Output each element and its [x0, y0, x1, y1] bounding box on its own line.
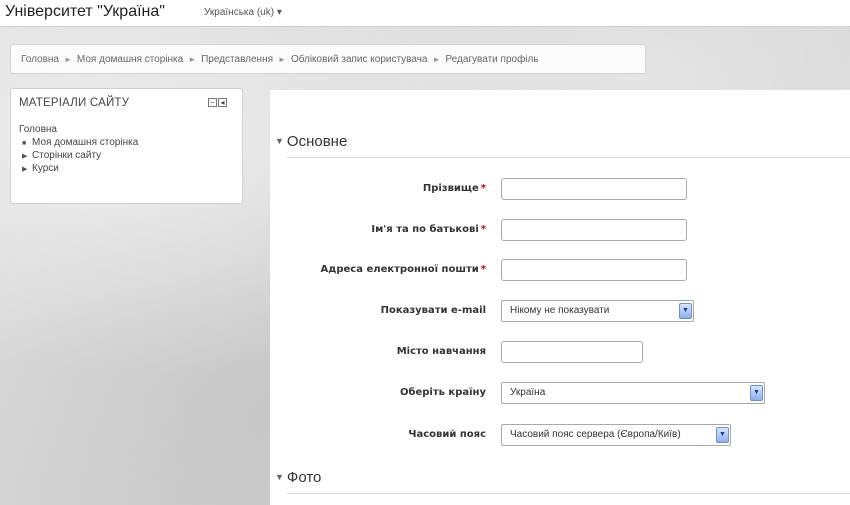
- nav-item-dashboard[interactable]: ■ Моя домашня сторінка: [19, 136, 138, 149]
- city-label: Місто навчання: [396, 346, 486, 357]
- timezone-label: Часовий пояс: [408, 429, 486, 440]
- language-menu[interactable]: Українська (uk) ▾: [204, 7, 282, 18]
- city-input[interactable]: [501, 341, 643, 363]
- required-icon: *: [480, 183, 486, 194]
- show-email-select[interactable]: Нікому не показувати ▼: [501, 300, 694, 322]
- breadcrumb-separator-icon: ►: [432, 55, 441, 64]
- section-general-header[interactable]: ▼ Основне: [275, 133, 347, 150]
- surname-label: Прізвище *: [422, 183, 486, 194]
- email-label: Адреса електронної пошти *: [320, 264, 486, 275]
- country-selected: Україна: [510, 387, 546, 398]
- breadcrumb-separator-icon: ►: [188, 55, 197, 64]
- breadcrumb-separator-icon: ►: [278, 55, 286, 64]
- nav-item-site-pages[interactable]: ▶ Сторінки сайту: [19, 149, 138, 162]
- country-select[interactable]: Україна ▼: [501, 382, 765, 404]
- chevron-down-icon[interactable]: ▼: [716, 427, 729, 443]
- nav-item-home[interactable]: Головна: [19, 123, 138, 136]
- top-navbar: Університет "Україна" Українська (uk) ▾: [0, 0, 850, 27]
- email-input[interactable]: [501, 259, 687, 281]
- breadcrumb-home[interactable]: Головна: [21, 54, 59, 65]
- breadcrumb-preferences[interactable]: Представлення: [201, 54, 273, 65]
- block-title: МАТЕРІАЛИ САЙТУ: [19, 97, 130, 109]
- breadcrumb-dashboard[interactable]: Моя домашня сторінка: [77, 54, 183, 65]
- block-controls: − ◂: [207, 98, 227, 116]
- nav-item-label: Курси: [32, 163, 59, 174]
- chevron-down-icon[interactable]: ▼: [750, 385, 763, 401]
- chevron-down-icon[interactable]: ▼: [679, 303, 692, 319]
- site-navigation-block: МАТЕРІАЛИ САЙТУ − ◂ Головна ■ Моя домашня …: [10, 88, 243, 204]
- dock-icon[interactable]: ◂: [218, 98, 227, 107]
- block-list: Головна ■ Моя домашня сторінка ▶ Сторінки …: [19, 123, 138, 175]
- firstname-input[interactable]: [501, 219, 687, 241]
- collapse-triangle-icon: ▼: [275, 472, 284, 482]
- timezone-select[interactable]: Часовий пояс сервера (Європа/Київ) ▼: [501, 424, 731, 446]
- nav-item-courses[interactable]: ▶ Курси: [19, 162, 138, 175]
- breadcrumb-separator-icon: ►: [64, 55, 72, 64]
- collapse-icon[interactable]: −: [208, 98, 217, 107]
- expand-arrow-icon: ▶: [22, 166, 28, 173]
- surname-input[interactable]: [501, 178, 687, 200]
- breadcrumb-user-account[interactable]: Обліковий запис користувача: [291, 54, 428, 65]
- section-photo-header[interactable]: ▼ Фото: [275, 469, 321, 486]
- timezone-selected: Часовий пояс сервера (Європа/Київ): [510, 429, 681, 440]
- show-email-label: Показувати e-mail: [380, 305, 486, 316]
- nav-item-label: Моя домашня сторінка: [32, 137, 139, 148]
- nav-item-label: Сторінки сайту: [32, 150, 102, 161]
- required-icon: *: [480, 264, 486, 275]
- show-email-selected: Нікому не показувати: [510, 305, 610, 316]
- breadcrumb-edit-profile[interactable]: Редагувати профіль: [445, 54, 538, 65]
- breadcrumb: Головна ► Моя домашня сторінка ► Представлен…: [10, 44, 646, 74]
- collapse-triangle-icon: ▼: [275, 136, 284, 146]
- required-icon: *: [480, 224, 486, 235]
- section-divider: [287, 157, 850, 158]
- country-label: Оберіть країну: [399, 387, 486, 398]
- section-divider: [287, 493, 850, 494]
- firstname-label: Ім'я та по батькові *: [371, 224, 486, 235]
- site-name-link[interactable]: Університет "Україна": [5, 3, 165, 21]
